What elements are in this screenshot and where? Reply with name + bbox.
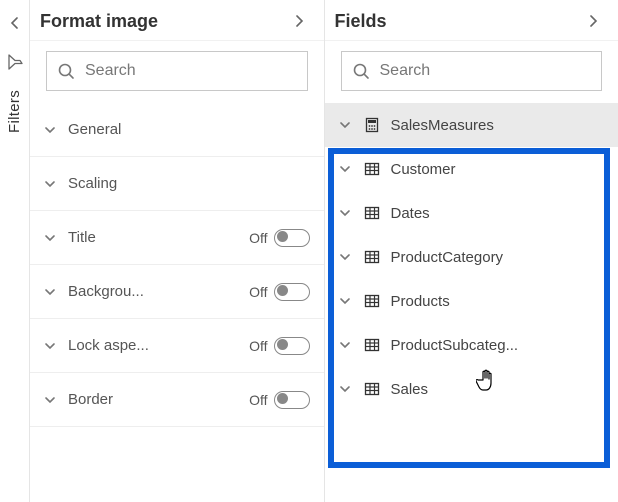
toggle-state-label: Off [249, 392, 267, 408]
fields-table-item[interactable]: Dates [325, 191, 618, 235]
search-icon [57, 62, 75, 80]
format-section-label: Backgrou... [68, 283, 239, 300]
format-section-label: Title [68, 229, 239, 246]
chevron-down-icon [339, 163, 353, 175]
fields-table-name: ProductCategory [391, 249, 504, 266]
format-toggle[interactable]: Off [249, 337, 309, 355]
toggle-switch[interactable] [274, 283, 310, 301]
format-pane-header: Format image [30, 0, 324, 41]
format-section[interactable]: Backgrou... Off [30, 265, 324, 319]
format-section[interactable]: Border Off [30, 373, 324, 427]
fields-pane: Fields SalesMeasures Customer Dates Product… [325, 0, 618, 502]
toggle-state-label: Off [249, 284, 267, 300]
format-toggle[interactable]: Off [249, 391, 309, 409]
toggle-switch[interactable] [274, 229, 310, 247]
chevron-down-icon [44, 340, 58, 352]
chevron-right-icon[interactable] [288, 10, 310, 32]
chevron-down-icon [339, 119, 353, 131]
format-toggle[interactable]: Off [249, 229, 309, 247]
format-section-label: Border [68, 391, 239, 408]
fields-search-input[interactable] [380, 62, 592, 80]
fields-search[interactable] [341, 51, 603, 91]
table-icon [363, 160, 381, 178]
table-icon [363, 248, 381, 266]
toggle-state-label: Off [249, 230, 267, 246]
format-toggle[interactable]: Off [249, 283, 309, 301]
table-icon [363, 380, 381, 398]
table-icon [363, 204, 381, 222]
format-search[interactable] [46, 51, 308, 91]
table-icon [363, 336, 381, 354]
fields-table-name: Sales [391, 381, 429, 398]
fields-table-item[interactable]: ProductSubcateg... [325, 323, 618, 367]
chevron-down-icon [339, 383, 353, 395]
toggle-state-label: Off [249, 338, 267, 354]
search-icon [352, 62, 370, 80]
chevron-right-icon[interactable] [582, 10, 604, 32]
chevron-down-icon [44, 178, 58, 190]
format-section-label: Scaling [68, 175, 310, 192]
toggle-switch[interactable] [274, 337, 310, 355]
fields-table-item[interactable]: Sales [325, 367, 618, 411]
fields-list: SalesMeasures Customer Dates ProductCategor… [325, 103, 618, 502]
calculator-icon [363, 116, 381, 134]
format-section[interactable]: Scaling [30, 157, 324, 211]
format-section-label: General [68, 121, 310, 138]
fields-table-name: Dates [391, 205, 430, 222]
fields-pane-header: Fields [325, 0, 618, 41]
format-section-label: Lock aspe... [68, 337, 239, 354]
format-pane-title: Format image [40, 11, 280, 32]
format-section[interactable]: General [30, 103, 324, 157]
fields-table-item[interactable]: Customer [325, 147, 618, 191]
format-section[interactable]: Title Off [30, 211, 324, 265]
chevron-down-icon [44, 394, 58, 406]
chevron-down-icon [44, 124, 58, 136]
format-list: GeneralScalingTitleOffBackgrou...OffLock… [30, 103, 324, 502]
chevron-down-icon [339, 207, 353, 219]
format-search-input[interactable] [85, 62, 297, 80]
table-icon [363, 292, 381, 310]
fields-table-item[interactable]: Products [325, 279, 618, 323]
filter-icon[interactable] [7, 54, 23, 70]
filters-label[interactable]: Filters [6, 90, 23, 133]
fields-table-name: ProductSubcateg... [391, 337, 519, 354]
filters-rail: Filters [0, 0, 30, 502]
chevron-down-icon [44, 286, 58, 298]
fields-table-item[interactable]: SalesMeasures [325, 103, 618, 147]
chevron-down-icon [339, 339, 353, 351]
chevron-down-icon [44, 232, 58, 244]
format-section[interactable]: Lock aspe... Off [30, 319, 324, 373]
chevron-down-icon [339, 251, 353, 263]
fields-table-name: Customer [391, 161, 456, 178]
chevron-down-icon [339, 295, 353, 307]
fields-pane-title: Fields [335, 11, 575, 32]
fields-table-item[interactable]: ProductCategory [325, 235, 618, 279]
toggle-switch[interactable] [274, 391, 310, 409]
fields-table-name: SalesMeasures [391, 117, 494, 134]
fields-table-name: Products [391, 293, 450, 310]
format-pane: Format image GeneralScalingTitleOffBackg… [30, 0, 325, 502]
chevron-left-icon[interactable] [4, 12, 26, 34]
